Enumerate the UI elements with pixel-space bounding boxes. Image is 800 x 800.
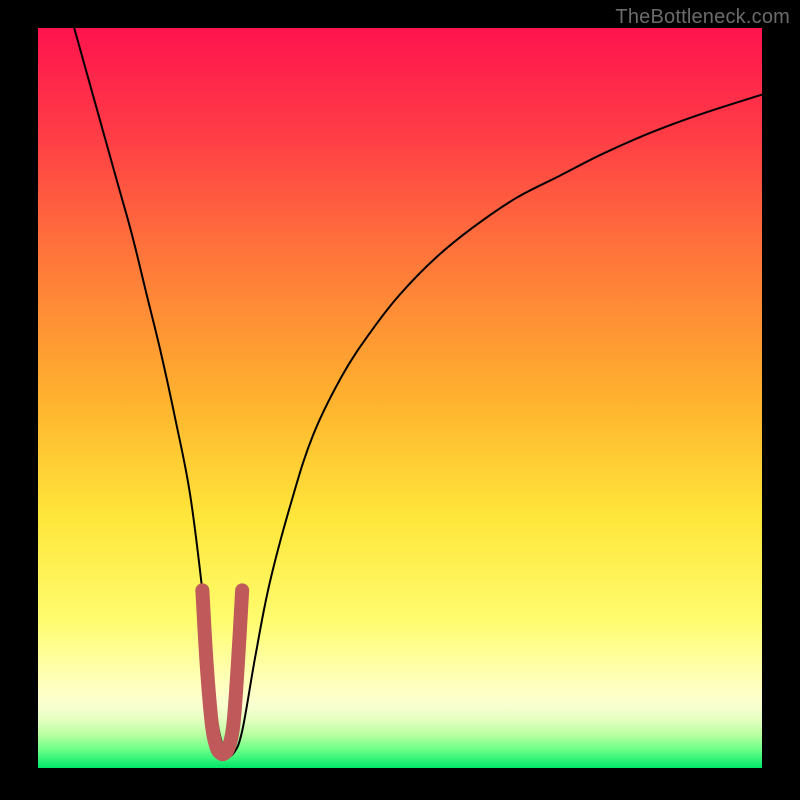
chart-svg xyxy=(38,28,762,768)
plot-area xyxy=(38,28,762,768)
watermark-text: TheBottleneck.com xyxy=(615,6,790,29)
bottleneck-curve xyxy=(74,28,762,756)
optimal-region-curve xyxy=(202,590,242,754)
